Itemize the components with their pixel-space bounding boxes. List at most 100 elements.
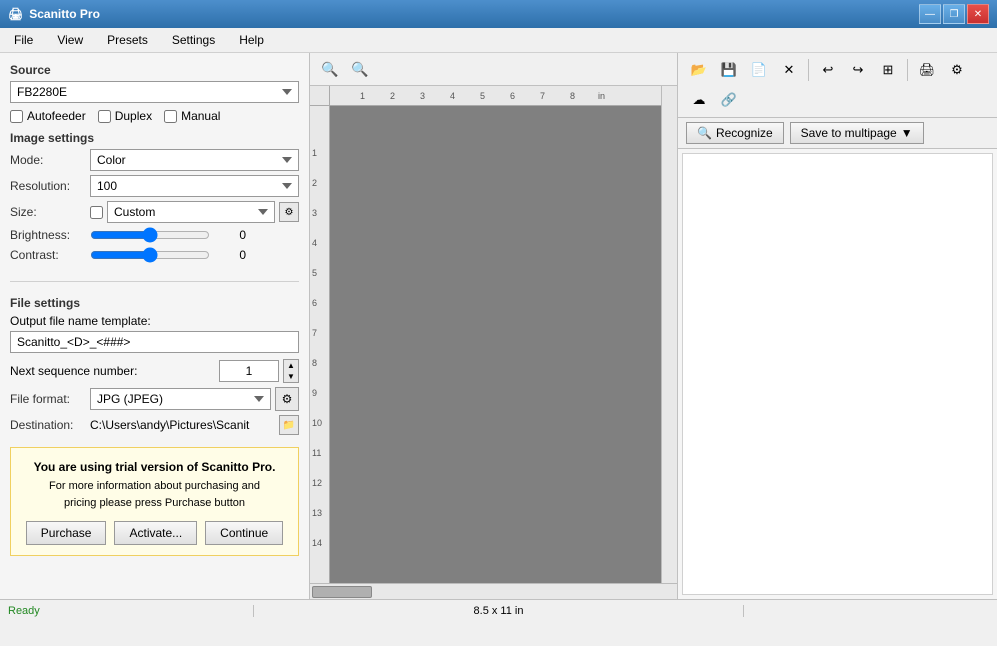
- ruler-horizontal: 1 2 3 4 5 6 7 8 in: [330, 86, 661, 106]
- ruler-v-svg: 1 2 3 4 5 6 7 8 9 10 11 12 13: [310, 106, 330, 583]
- destination-path: C:\Users\andy\Pictures\Scanit: [90, 418, 275, 432]
- status-page-size: 8.5 x 11 in: [253, 605, 745, 617]
- trial-text1: For more information about purchasing an…: [21, 478, 288, 496]
- brightness-slider[interactable]: [90, 227, 210, 243]
- format-label: File format:: [10, 392, 90, 406]
- activate-button[interactable]: Activate...: [114, 521, 197, 545]
- menu-file[interactable]: File: [8, 31, 39, 49]
- duplex-checkbox[interactable]: [98, 110, 111, 123]
- autofeeder-checkbox[interactable]: [10, 110, 23, 123]
- ocr-process-button[interactable]: ⚙: [944, 57, 970, 83]
- contrast-slider[interactable]: [90, 247, 210, 263]
- save-multipage-button[interactable]: Save to multipage ▼: [790, 122, 924, 144]
- purchase-button[interactable]: Purchase: [26, 521, 107, 545]
- ocr-delete-button[interactable]: ✕: [776, 57, 802, 83]
- autofeeder-checkbox-label[interactable]: Autofeeder: [10, 109, 86, 123]
- seq-row: Next sequence number: ▲ ▼: [10, 359, 299, 383]
- svg-text:8: 8: [312, 358, 317, 368]
- image-settings-section: Image settings Mode: Color Resolution: 1…: [10, 131, 299, 267]
- app-icon: 🖨: [8, 7, 23, 21]
- seq-up-button[interactable]: ▲: [284, 360, 298, 371]
- checkbox-group: Autofeeder Duplex Manual: [10, 109, 299, 123]
- size-label: Size:: [10, 205, 90, 219]
- contrast-value: 0: [216, 248, 246, 262]
- trial-text2: pricing please press Purchase button: [21, 495, 288, 513]
- svg-text:1: 1: [360, 91, 365, 101]
- contrast-label: Contrast:: [10, 248, 90, 262]
- menu-bar: File View Presets Settings Help: [0, 28, 997, 53]
- seq-down-button[interactable]: ▼: [284, 371, 298, 382]
- hscroll-thumb[interactable]: [312, 586, 372, 598]
- template-label: Output file name template:: [10, 314, 299, 328]
- svg-text:3: 3: [420, 91, 425, 101]
- divider-1: [10, 281, 299, 282]
- vscroll[interactable]: [661, 86, 677, 583]
- file-settings-section: File settings Output file name template:…: [10, 296, 299, 439]
- continue-button[interactable]: Continue: [205, 521, 283, 545]
- svg-text:7: 7: [540, 91, 545, 101]
- source-section: Source FB2280E Autofeeder Duplex Manual: [10, 63, 299, 123]
- scan-inner[interactable]: 1 2 3 4 5 6 7 8 in: [310, 86, 661, 583]
- ocr-redo-button[interactable]: ↪: [845, 57, 871, 83]
- ruler-h-svg: 1 2 3 4 5 6 7 8 in: [330, 86, 661, 105]
- svg-text:7: 7: [312, 328, 317, 338]
- manual-checkbox[interactable]: [164, 110, 177, 123]
- restore-button[interactable]: ❐: [943, 4, 965, 24]
- zoom-in-button[interactable]: 🔍: [318, 57, 342, 81]
- format-settings-button[interactable]: ⚙: [275, 387, 299, 411]
- ocr-share-button[interactable]: 🔗: [716, 87, 742, 113]
- save-multipage-label: Save to multipage: [801, 126, 897, 140]
- save-multipage-dropdown-icon: ▼: [901, 126, 913, 140]
- template-input[interactable]: [10, 331, 299, 353]
- ocr-save-button[interactable]: 💾: [716, 57, 742, 83]
- ocr-open-button[interactable]: 📂: [686, 57, 712, 83]
- format-select[interactable]: JPG (JPEG): [90, 388, 271, 410]
- size-row: Size: Custom ⚙: [10, 201, 299, 223]
- svg-text:14: 14: [312, 538, 322, 548]
- recognize-label: Recognize: [716, 126, 773, 140]
- resolution-select[interactable]: 100: [90, 175, 299, 197]
- mode-row: Mode: Color: [10, 149, 299, 171]
- menu-help[interactable]: Help: [233, 31, 270, 49]
- right-panel: 📂 💾 📄 ✕ ↩ ↪ ⊞ 🖨 ⚙ ☁ 🔗 🔍 Recognize Save t…: [677, 53, 997, 599]
- destination-browse-button[interactable]: 📁: [279, 415, 299, 435]
- svg-text:in: in: [598, 91, 605, 101]
- template-section: Output file name template:: [10, 314, 299, 353]
- seq-controls: ▲ ▼: [219, 359, 299, 383]
- title-bar: 🖨 Scanitto Pro — ❐ ✕: [0, 0, 997, 28]
- ocr-undo-button[interactable]: ↩: [815, 57, 841, 83]
- menu-presets[interactable]: Presets: [101, 31, 154, 49]
- menu-view[interactable]: View: [51, 31, 89, 49]
- scan-toolbar: 🔍 🔍: [310, 53, 677, 86]
- ocr-cloud-button[interactable]: ☁: [686, 87, 712, 113]
- resolution-row: Resolution: 100: [10, 175, 299, 197]
- svg-text:8: 8: [570, 91, 575, 101]
- close-button[interactable]: ✕: [967, 4, 989, 24]
- ocr-scan-button[interactable]: 🖨: [914, 57, 940, 83]
- seq-input[interactable]: [219, 360, 279, 382]
- ocr-pages-button[interactable]: ⊞: [875, 57, 901, 83]
- seq-spinner: ▲ ▼: [283, 359, 299, 383]
- duplex-checkbox-label[interactable]: Duplex: [98, 109, 152, 123]
- source-label: Source: [10, 63, 299, 77]
- size-settings-button[interactable]: ⚙: [279, 202, 299, 222]
- ocr-toolbar: 📂 💾 📄 ✕ ↩ ↪ ⊞ 🖨 ⚙ ☁ 🔗: [678, 53, 997, 118]
- source-device-select[interactable]: FB2280E: [10, 81, 299, 103]
- svg-text:11: 11: [312, 448, 321, 458]
- svg-text:3: 3: [312, 208, 317, 218]
- menu-settings[interactable]: Settings: [166, 31, 221, 49]
- recognize-button[interactable]: 🔍 Recognize: [686, 122, 784, 144]
- size-select[interactable]: Custom: [107, 201, 275, 223]
- mode-select[interactable]: Color: [90, 149, 299, 171]
- contrast-row: Contrast: 0: [10, 247, 299, 263]
- minimize-button[interactable]: —: [919, 4, 941, 24]
- trial-title: You are using trial version of Scanitto …: [34, 460, 276, 474]
- ocr-saveas-button[interactable]: 📄: [746, 57, 772, 83]
- ocr-sep-1: [808, 59, 809, 81]
- svg-text:1: 1: [312, 148, 317, 158]
- zoom-out-button[interactable]: 🔍: [348, 57, 372, 81]
- manual-checkbox-label[interactable]: Manual: [164, 109, 220, 123]
- hscroll[interactable]: [310, 583, 677, 599]
- trial-buttons: Purchase Activate... Continue: [21, 521, 288, 545]
- size-checkbox[interactable]: [90, 206, 103, 219]
